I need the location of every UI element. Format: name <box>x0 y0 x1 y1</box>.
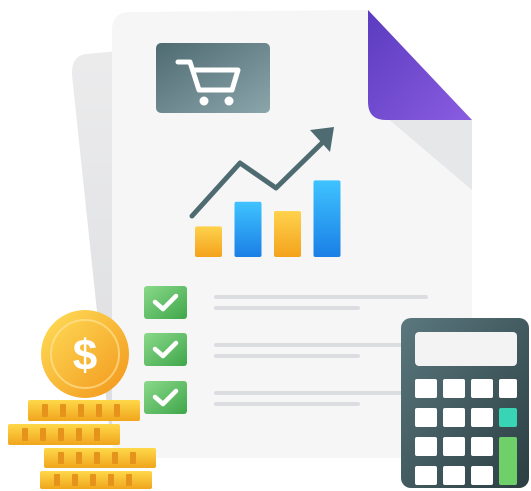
check-box <box>144 381 187 414</box>
chart-bar <box>195 226 222 257</box>
chart-bar <box>313 180 341 257</box>
folded-corner <box>368 10 472 120</box>
text-line <box>214 343 428 347</box>
check-box <box>144 286 187 319</box>
chart-bar <box>234 201 262 257</box>
text-line <box>214 306 360 310</box>
check-box <box>144 333 187 366</box>
illustration-canvas: $ <box>8 10 529 489</box>
finance-report-illustration: $ <box>0 0 531 491</box>
text-line <box>214 354 360 358</box>
cart-badge <box>156 43 270 113</box>
text-line <box>214 402 360 406</box>
dollar-coin-icon: $ <box>41 310 129 398</box>
text-line <box>214 295 428 299</box>
calculator-icon <box>401 318 529 488</box>
calculator-key-teal <box>499 408 517 427</box>
calculator-key-equals <box>499 437 517 485</box>
text-line <box>214 391 428 395</box>
chart-bar <box>274 211 301 257</box>
calculator-display <box>415 332 517 366</box>
dollar-symbol: $ <box>73 331 97 380</box>
